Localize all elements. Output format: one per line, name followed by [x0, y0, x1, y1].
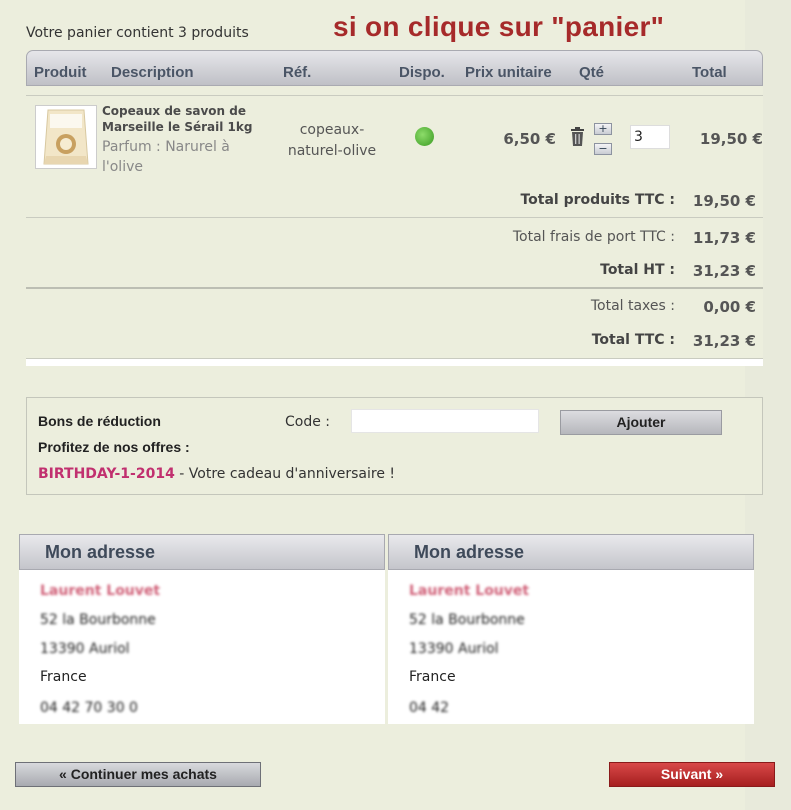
delivery-address-block: Mon adresse Laurent Louvet 52 la Bourbon… — [19, 534, 385, 724]
total-taxes-value: 0,00 € — [703, 298, 756, 316]
cart-summary: Votre panier contient 3 produits — [26, 25, 249, 41]
delivery-address-name: Laurent Louvet — [40, 583, 161, 599]
offers-title: Profitez de nos offres : — [38, 439, 190, 455]
total-ht-value: 31,23 € — [692, 262, 756, 280]
add-voucher-button[interactable]: Ajouter — [560, 410, 722, 435]
delivery-address-title: Mon adresse — [19, 534, 385, 570]
availability-icon — [415, 127, 434, 146]
total-products-label: Total produits TTC : — [520, 192, 675, 208]
col-qty: Qté — [579, 64, 605, 81]
delivery-address-street: 52 la Bourbonne — [40, 612, 156, 628]
qty-increase-button[interactable]: + — [594, 123, 612, 135]
voucher-box: Bons de réduction Code : Ajouter Profite… — [26, 397, 763, 495]
col-product: Produit — [34, 64, 87, 81]
total-shipping-value: 11,73 € — [692, 229, 756, 247]
total-shipping-label: Total frais de port TTC : — [512, 229, 675, 245]
continue-shopping-button[interactable]: « Continuer mes achats — [15, 762, 261, 787]
line-total: 19,50 € — [699, 130, 763, 148]
invoice-address-block: Mon adresse Laurent Louvet 52 la Bourbon… — [388, 534, 754, 724]
total-taxes-label: Total taxes : — [590, 298, 675, 314]
divider — [26, 217, 763, 218]
total-ttc-value: 31,23 € — [692, 332, 756, 350]
divider — [26, 287, 763, 289]
invoice-address-name: Laurent Louvet — [409, 583, 530, 599]
offer-description: - Votre cadeau d'anniversaire ! — [174, 466, 396, 482]
voucher-title: Bons de réduction — [38, 413, 161, 429]
voucher-code-label: Code : — [285, 414, 331, 430]
delivery-address-country: France — [40, 669, 87, 685]
qty-decrease-button[interactable]: − — [594, 143, 612, 155]
invoice-address-title: Mon adresse — [388, 534, 754, 570]
divider — [26, 358, 763, 359]
offer-item: BIRTHDAY-1-2014 - Votre cadeau d'anniver… — [38, 466, 395, 482]
unit-price: 6,50 € — [503, 130, 556, 148]
col-total: Total — [692, 64, 727, 81]
next-button[interactable]: Suivant » — [609, 762, 775, 787]
invoice-address-city: 13390 Auriol — [409, 641, 499, 657]
annotation-text: si on clique sur "panier" — [333, 11, 665, 42]
invoice-address-country: France — [409, 669, 456, 685]
col-description: Description — [111, 64, 194, 81]
invoice-address-street: 52 la Bourbonne — [409, 612, 525, 628]
qty-input[interactable] — [630, 125, 670, 149]
total-products-value: 19,50 € — [692, 192, 756, 210]
invoice-address-phone: 04 42 — [409, 700, 450, 716]
voucher-code-input[interactable] — [351, 409, 539, 433]
delete-icon[interactable] — [569, 127, 586, 151]
col-dispo: Dispo. — [399, 64, 445, 81]
offer-code[interactable]: BIRTHDAY-1-2014 — [38, 466, 175, 482]
cart-table-header: Produit Description Réf. Dispo. Prix uni… — [26, 50, 763, 86]
col-unit-price: Prix unitaire — [465, 64, 552, 81]
total-ht-label: Total HT : — [600, 262, 675, 278]
product-reference: copeaux-naturel-olive — [287, 122, 377, 159]
col-ref: Réf. — [283, 64, 312, 81]
product-thumbnail[interactable] — [35, 105, 97, 169]
divider — [26, 95, 763, 96]
product-attribute: Parfum : Narurel à l'olive — [102, 139, 230, 175]
total-ttc-label: Total TTC : — [591, 332, 675, 348]
delivery-address-phone: 04 42 70 30 0 — [40, 700, 138, 716]
cart-bottom-strip — [26, 358, 763, 366]
product-name[interactable]: Copeaux de savon de Marseille le Sérail … — [102, 103, 272, 135]
delivery-address-city: 13390 Auriol — [40, 641, 130, 657]
